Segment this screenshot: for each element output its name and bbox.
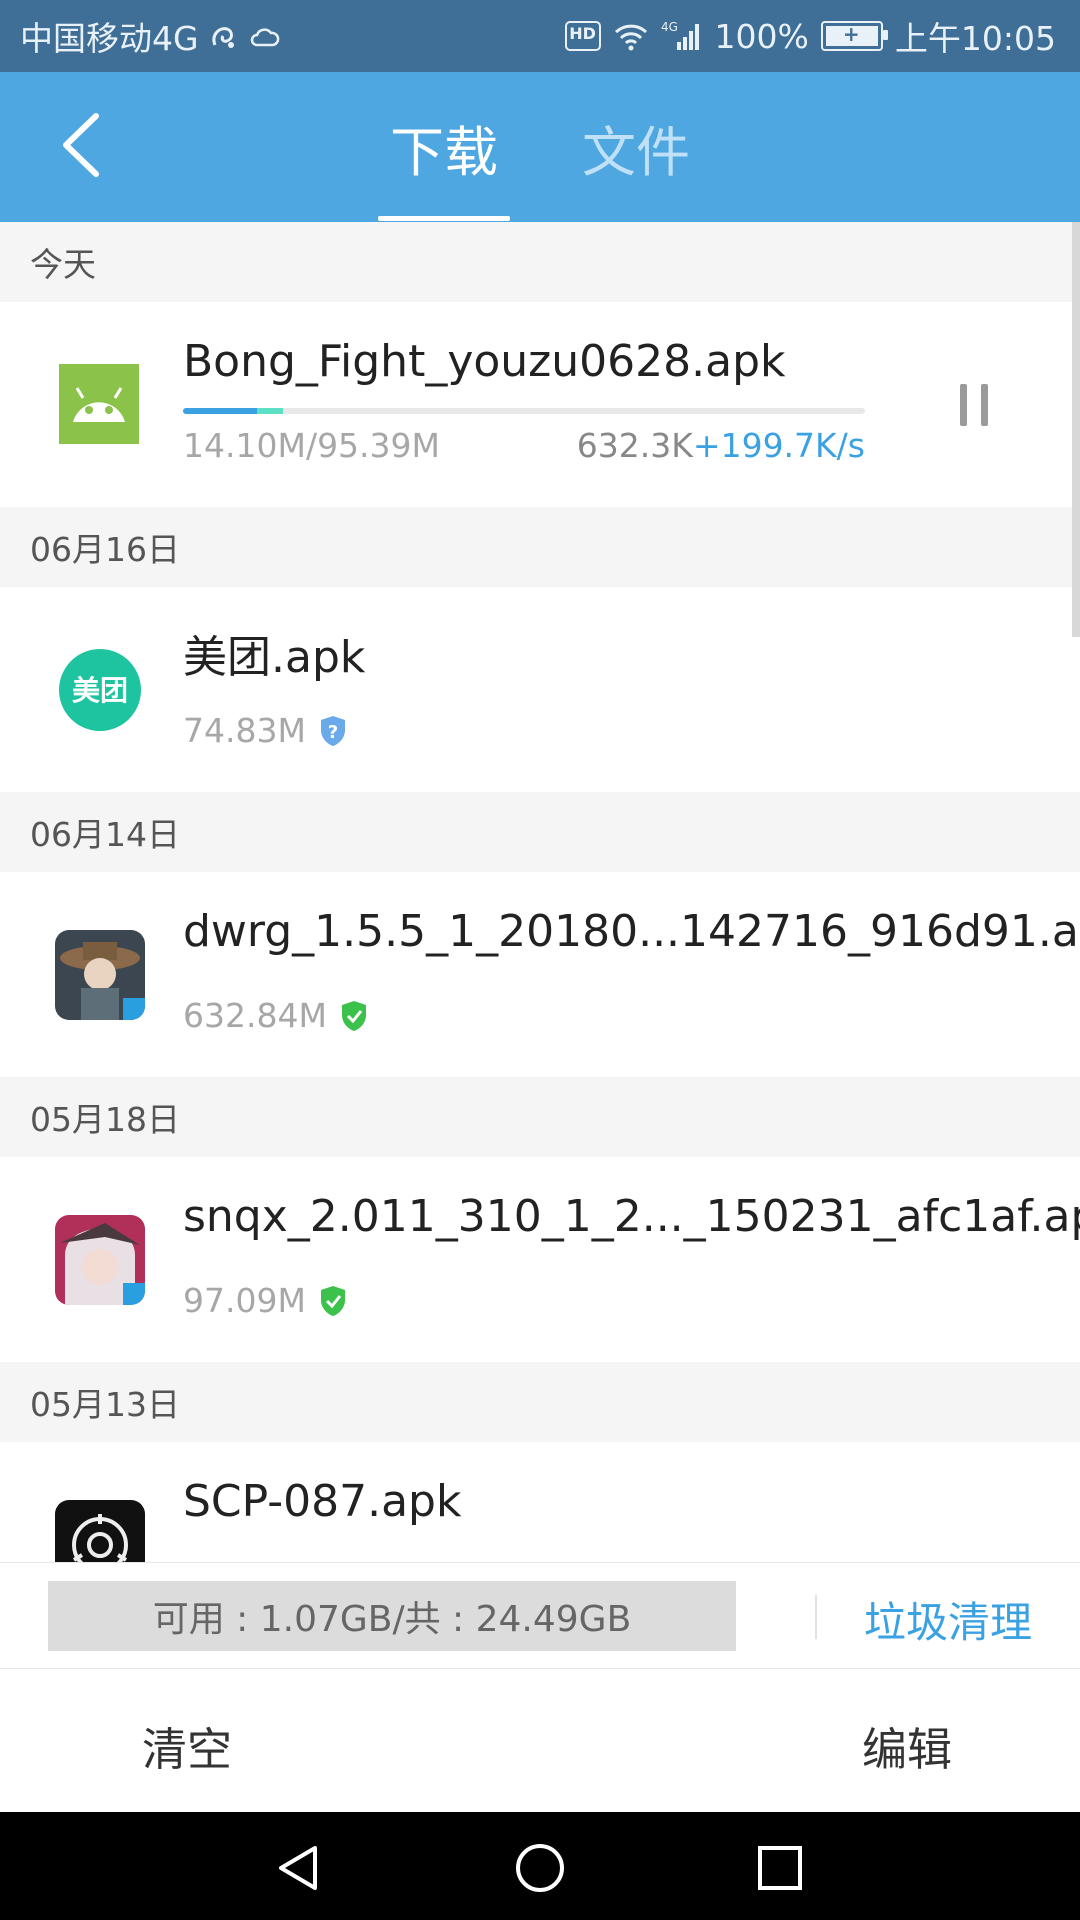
file-size-wrapper: 74.83M ? <box>183 711 348 750</box>
list-item-meituan[interactable]: 美团 美团.apk 74.83M ? <box>0 587 1080 792</box>
svg-text:4G: 4G <box>661 20 678 34</box>
file-size-wrapper: 632.84M <box>183 996 369 1035</box>
squirrel-icon <box>209 21 239 51</box>
divider <box>815 1595 817 1639</box>
navigation-bar <box>0 1812 1080 1920</box>
file-name: SCP-087.apk <box>183 1476 462 1527</box>
list-item-snqx[interactable]: snqx_2.011_310_1_2..._150231_afc1af.apk … <box>0 1157 1080 1362</box>
battery-percent: 100% <box>714 16 809 56</box>
file-size: 97.09M <box>183 1281 306 1320</box>
tab-download[interactable]: 下载 <box>378 72 510 222</box>
back-arrow-icon <box>63 113 99 177</box>
download-progress-bar <box>183 408 865 414</box>
tab-indicator <box>378 216 510 221</box>
verified-shield-icon <box>341 1000 366 1031</box>
clear-button[interactable]: 清空 <box>142 1713 232 1778</box>
file-name: dwrg_1.5.5_1_20180...142716_916d91.apk <box>183 906 1080 957</box>
storage-capacity: 可用 : 1.07GB/共 : 24.49GB <box>48 1581 736 1651</box>
speed-delta: +199.7K/s <box>692 426 865 465</box>
signal-icon: 4G <box>661 20 703 52</box>
verified-shield-icon <box>320 1285 345 1316</box>
game-avatar-icon <box>55 930 145 1020</box>
scrollbar[interactable] <box>1072 222 1080 637</box>
file-size: 632.84M <box>183 996 327 1035</box>
nav-back-icon[interactable] <box>273 1842 325 1894</box>
status-right: HD 4G 100% + 上午10:05 <box>564 0 1056 72</box>
file-name: snqx_2.011_310_1_2..._150231_afc1af.apk <box>183 1191 1080 1242</box>
clean-junk-button[interactable]: 垃圾清理 <box>864 1589 1032 1650</box>
file-size-wrapper: 97.09M <box>183 1281 348 1320</box>
bottom-actions: 清空 编辑 <box>0 1668 1080 1813</box>
section-header-0513: 05月13日 <box>0 1362 1080 1442</box>
hd-badge: HD <box>564 21 601 51</box>
list-item-bong-fight[interactable]: Bong_Fight_youzu0628.apk 14.10M/95.39M 6… <box>0 302 1080 507</box>
file-size: 74.83M <box>183 711 306 750</box>
download-speed: 632.3K+199.7K/s <box>577 426 865 465</box>
carrier-label: 中国移动4G <box>20 19 199 58</box>
status-bar: 中国移动4G HD 4G 100% + 上午10:05 <box>0 0 1080 72</box>
android-icon <box>55 360 145 450</box>
storage-bar: 可用 : 1.07GB/共 : 24.49GB 垃圾清理 <box>0 1562 1080 1669</box>
file-name: 美团.apk <box>183 632 366 683</box>
anime-avatar-icon <box>55 1215 145 1305</box>
pause-button[interactable] <box>957 384 991 426</box>
battery-icon: + <box>820 21 888 51</box>
weather-icon <box>249 21 281 51</box>
back-button[interactable] <box>56 110 116 180</box>
section-header-today: 今天 <box>0 222 1080 302</box>
download-list[interactable]: 今天 Bong_Fight_youzu0628.apk 14.10M/95.39… <box>0 222 1080 1562</box>
app-bar: 下载 文件 <box>0 72 1080 222</box>
svg-text:美团: 美团 <box>72 674 128 707</box>
section-header-0518: 05月18日 <box>0 1077 1080 1157</box>
edit-button[interactable]: 编辑 <box>862 1713 952 1778</box>
list-item-dwrg[interactable]: dwrg_1.5.5_1_20180...142716_916d91.apk 6… <box>0 872 1080 1077</box>
list-item-scp[interactable]: SCP-087.apk <box>0 1442 1080 1562</box>
meituan-icon: 美团 <box>55 645 145 735</box>
speed-value: 632.3K <box>576 426 693 465</box>
section-header-0614: 06月14日 <box>0 792 1080 872</box>
tab-files[interactable]: 文件 <box>570 72 702 222</box>
unknown-shield-icon: ? <box>320 715 345 746</box>
scp-icon <box>55 1500 145 1562</box>
wifi-icon <box>613 21 649 51</box>
nav-home-icon[interactable] <box>514 1842 566 1894</box>
status-left: 中国移动4G <box>20 0 281 72</box>
svg-text:?: ? <box>328 722 338 743</box>
clock: 上午10:05 <box>894 19 1056 58</box>
section-header-0616: 06月16日 <box>0 507 1080 587</box>
nav-recents-icon[interactable] <box>754 1842 806 1894</box>
progress-text: 14.10M/95.39M <box>183 426 441 465</box>
file-name: Bong_Fight_youzu0628.apk <box>183 336 786 387</box>
